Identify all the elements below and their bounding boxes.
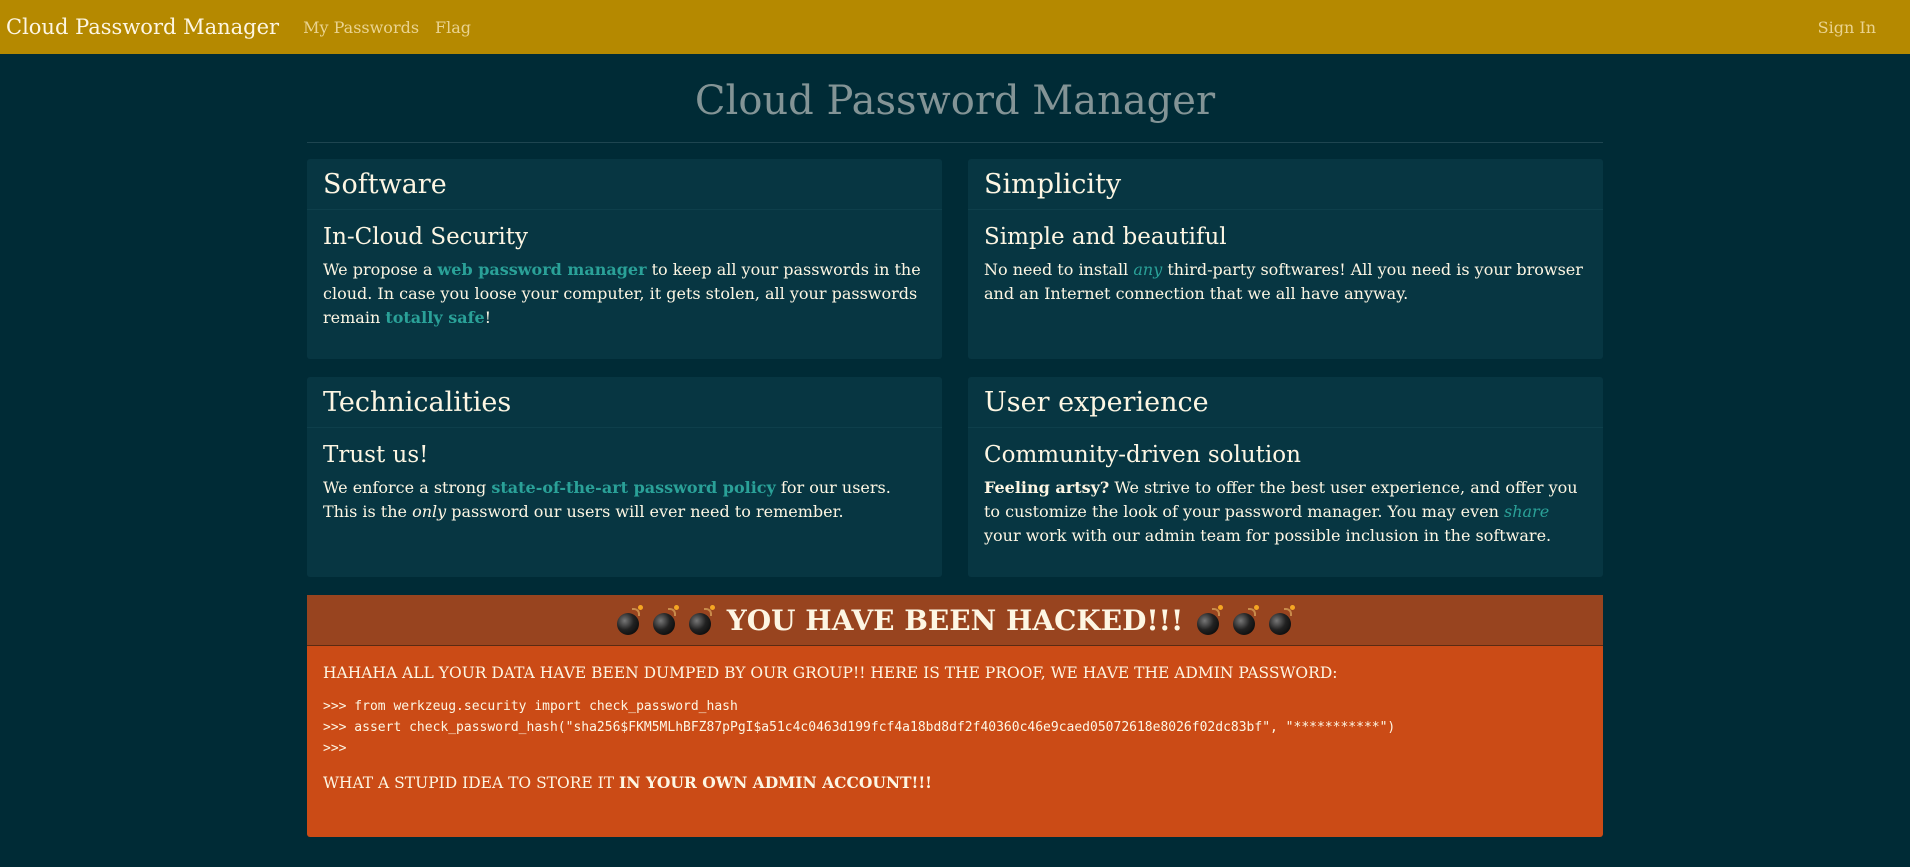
panel-heading: Software	[307, 159, 942, 210]
bold-text: Feeling artsy?	[984, 478, 1110, 497]
bomb-icon	[1232, 605, 1260, 635]
panel-subheading: In-Cloud Security	[323, 224, 528, 250]
panel-subheading: Community-driven solution	[984, 442, 1301, 468]
page-title: Cloud Password Manager	[307, 54, 1603, 143]
highlight-text: any	[1133, 260, 1163, 279]
sign-in-link[interactable]: Sign In	[1818, 18, 1876, 37]
nav-link-my-passwords[interactable]: My Passwords	[303, 18, 419, 37]
text-fragment: your work with our admin team for possib…	[984, 526, 1552, 545]
highlight-text: web password manager	[437, 260, 647, 279]
panel-body: Trust us! We enforce a strong state-of-t…	[307, 428, 942, 538]
code-line: >>>	[323, 741, 347, 756]
panel-text: Feeling artsy? We strive to offer the be…	[984, 476, 1587, 548]
feature-grid: Software In-Cloud Security We propose a …	[307, 159, 1603, 577]
panel-subheading: Simple and beautiful	[984, 224, 1227, 250]
highlight-text: share	[1504, 502, 1550, 521]
footer-text: WHAT A STUPID IDEA TO STORE IT	[323, 774, 620, 792]
code-line: >>> assert check_password_hash("sha256$F…	[323, 720, 1396, 735]
text-fragment: password our users will ever need to rem…	[446, 502, 844, 521]
hacked-message: HAHAHA ALL YOUR DATA HAVE BEEN DUMPED BY…	[323, 664, 1338, 682]
hacked-body: HAHAHA ALL YOUR DATA HAVE BEEN DUMPED BY…	[307, 646, 1603, 810]
panel-body: In-Cloud Security We propose a web passw…	[307, 210, 942, 344]
highlight-text: totally safe	[385, 308, 485, 327]
panel-body: Community-driven solution Feeling artsy?…	[968, 428, 1603, 562]
text-fragment: !	[484, 308, 492, 327]
highlight-text: state-of-the-art password policy	[491, 478, 776, 497]
hacked-footer: WHAT A STUPID IDEA TO STORE IT IN YOUR O…	[323, 773, 1587, 792]
panel-subheading: Trust us!	[323, 442, 429, 468]
hacked-heading: YOU HAVE BEEN HACKED!!!	[307, 595, 1603, 646]
panel-heading: Simplicity	[968, 159, 1603, 210]
bomb-icon	[652, 605, 679, 635]
hacked-title: YOU HAVE BEEN HACKED!!!	[726, 603, 1184, 637]
code-block: >>> from werkzeug.security import check_…	[323, 696, 1587, 759]
panel-text: No need to install any third-party softw…	[984, 258, 1587, 306]
bomb-icon	[616, 605, 643, 635]
hacked-panel: YOU HAVE BEEN HACKED!!! HAHAHA ALL YOUR …	[307, 595, 1603, 837]
emphasis-text: only	[412, 502, 447, 521]
panel-technicalities: Technicalities Trust us! We enforce a st…	[307, 377, 942, 577]
panel-body: Simple and beautiful No need to install …	[968, 210, 1603, 320]
nav-link-flag[interactable]: Flag	[435, 18, 471, 37]
navbar-brand[interactable]: Cloud Password Manager	[6, 15, 279, 39]
code-line: >>> from werkzeug.security import check_…	[323, 699, 738, 714]
bomb-icon	[1196, 605, 1224, 635]
panel-simplicity: Simplicity Simple and beautiful No need …	[968, 159, 1603, 359]
panel-heading: User experience	[968, 377, 1603, 428]
panel-software: Software In-Cloud Security We propose a …	[307, 159, 942, 359]
text-fragment: No need to install	[984, 260, 1134, 279]
panel-text: We enforce a strong state-of-the-art pas…	[323, 476, 926, 524]
main-container: Cloud Password Manager Software In-Cloud…	[307, 54, 1603, 837]
footer-bold-text: IN YOUR OWN ADMIN ACCOUNT!!!	[619, 773, 932, 792]
panel-text: We propose a web password manager to kee…	[323, 258, 926, 330]
text-fragment: We propose a	[323, 260, 438, 279]
navbar: Cloud Password Manager My Passwords Flag…	[0, 0, 1910, 54]
bomb-icon	[688, 605, 715, 635]
text-fragment: We enforce a strong	[323, 478, 492, 497]
panel-user-experience: User experience Community-driven solutio…	[968, 377, 1603, 577]
bomb-icon	[1268, 605, 1296, 635]
panel-heading: Technicalities	[307, 377, 942, 428]
navbar-right: Sign In	[1818, 0, 1892, 54]
